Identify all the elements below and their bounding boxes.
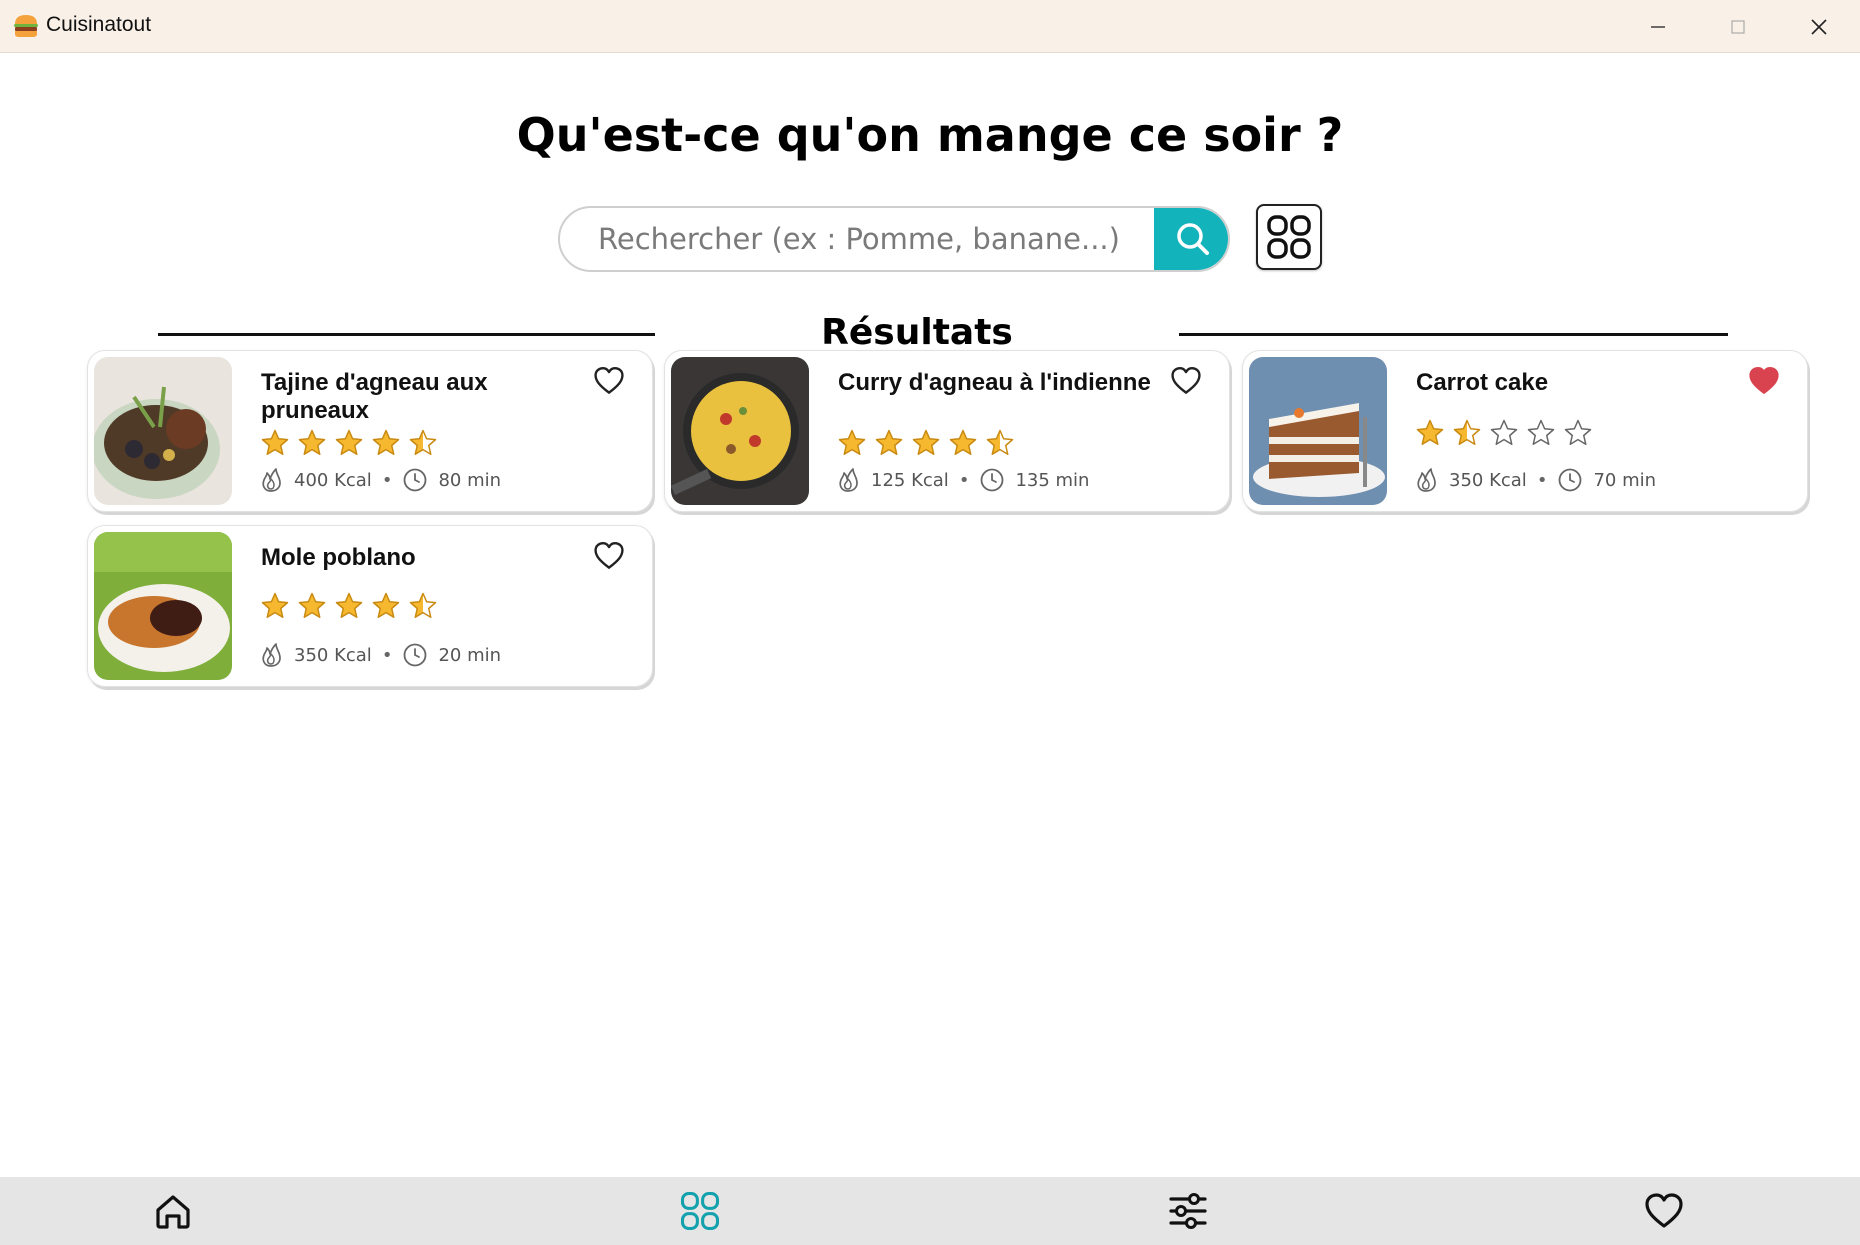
- heart-icon: [1749, 366, 1779, 394]
- calories-icon: [262, 643, 281, 667]
- recipe-card[interactable]: Mole poblano 350 Kcal • 20 min: [87, 525, 653, 687]
- filters-icon: [1169, 1193, 1207, 1229]
- star-icon: [409, 592, 437, 618]
- star-icon: [875, 429, 903, 455]
- favorite-button[interactable]: [1748, 365, 1782, 397]
- section-title: Résultats: [821, 312, 1013, 353]
- close-icon: [1811, 18, 1827, 35]
- separator: •: [958, 469, 970, 491]
- duration-value: 135 min: [1015, 469, 1090, 491]
- section-divider-right: [1179, 333, 1728, 336]
- star-icon: [838, 429, 866, 455]
- recipe-title: Mole poblano: [261, 544, 416, 571]
- rating-stars: [1415, 418, 1593, 448]
- page-title: Qu'est-ce qu'on mange ce soir ?: [516, 108, 1344, 162]
- star-icon: [1527, 419, 1555, 445]
- clock-icon: [981, 468, 1004, 492]
- recipe-title: Curry d'agneau à l'indienne: [838, 369, 1151, 396]
- star-icon: [1490, 419, 1518, 445]
- star-icon: [409, 429, 437, 455]
- search-input[interactable]: [560, 208, 1152, 270]
- minimize-icon: [1651, 25, 1665, 28]
- calories-value: 400 Kcal: [294, 469, 372, 491]
- recipe-meta: 350 Kcal • 70 min: [1413, 467, 1656, 493]
- recipe-title: Tajine d'agneau aux pruneaux: [261, 369, 488, 424]
- recipe-image: [671, 357, 809, 505]
- recipe-image: [1249, 357, 1387, 505]
- star-icon: [912, 429, 940, 455]
- star-icon: [949, 429, 977, 455]
- calories-icon: [1417, 468, 1436, 492]
- view-toggle-button[interactable]: [1256, 204, 1322, 270]
- clock-icon: [404, 468, 427, 492]
- close-button[interactable]: [1779, 0, 1859, 53]
- heart-icon: [1645, 1193, 1683, 1228]
- star-icon: [261, 429, 289, 455]
- nav-favorites[interactable]: [1604, 1177, 1724, 1245]
- star-icon: [986, 429, 1014, 455]
- duration-value: 20 min: [438, 644, 502, 666]
- calories-icon: [839, 468, 858, 492]
- clock-icon: [404, 643, 427, 667]
- separator: •: [1536, 469, 1548, 491]
- rating-stars: [260, 428, 438, 458]
- calories-icon: [262, 468, 281, 492]
- section-divider-left: [158, 333, 655, 336]
- star-icon: [372, 592, 400, 618]
- star-icon: [335, 429, 363, 455]
- heart-icon: [594, 541, 624, 569]
- recipe-image: [94, 532, 232, 680]
- bottom-nav: [0, 1177, 1860, 1245]
- window-title: Cuisinatout: [46, 13, 152, 36]
- star-icon: [1416, 419, 1444, 445]
- recipe-card[interactable]: Curry d'agneau à l'indienne 125 Kcal • 135 …: [664, 350, 1230, 512]
- favorite-button[interactable]: [593, 365, 627, 397]
- rating-stars: [260, 591, 438, 621]
- star-icon: [372, 429, 400, 455]
- nav-home[interactable]: [113, 1177, 233, 1245]
- separator: •: [381, 469, 393, 491]
- nav-recipes[interactable]: [640, 1177, 760, 1245]
- title-bar: Cuisinatout: [0, 0, 1860, 53]
- recipe-title: Carrot cake: [1416, 369, 1549, 396]
- star-icon: [335, 592, 363, 618]
- recipe-card[interactable]: Tajine d'agneau aux pruneaux 400 Kcal • 80 …: [87, 350, 653, 512]
- minimize-button[interactable]: [1618, 0, 1698, 53]
- heart-icon: [594, 366, 624, 394]
- star-icon: [1564, 419, 1592, 445]
- favorite-button[interactable]: [593, 540, 627, 572]
- separator: •: [381, 644, 393, 666]
- star-icon: [1453, 419, 1481, 445]
- nav-filters[interactable]: [1128, 1177, 1248, 1245]
- home-icon: [156, 1195, 190, 1229]
- rating-stars: [837, 428, 1015, 458]
- star-icon: [298, 592, 326, 618]
- clock-icon: [1559, 468, 1582, 492]
- main-content: Qu'est-ce qu'on mange ce soir ? Résultat…: [0, 54, 1860, 1177]
- duration-value: 70 min: [1593, 469, 1657, 491]
- search-button[interactable]: [1154, 208, 1228, 270]
- maximize-icon: [1731, 19, 1745, 34]
- burger-icon: [14, 15, 38, 37]
- calories-value: 125 Kcal: [871, 469, 949, 491]
- search-bar: [558, 206, 1230, 272]
- recipe-image: [94, 357, 232, 505]
- grid-icon: [680, 1191, 720, 1231]
- heart-icon: [1171, 366, 1201, 394]
- duration-value: 80 min: [438, 469, 502, 491]
- recipe-meta: 400 Kcal • 80 min: [258, 467, 501, 493]
- star-icon: [261, 592, 289, 618]
- favorite-button[interactable]: [1170, 365, 1204, 397]
- recipe-meta: 350 Kcal • 20 min: [258, 642, 501, 668]
- recipe-card[interactable]: Carrot cake 350 Kcal • 70 min: [1242, 350, 1808, 512]
- search-icon: [1177, 223, 1209, 255]
- calories-value: 350 Kcal: [294, 644, 372, 666]
- calories-value: 350 Kcal: [1449, 469, 1527, 491]
- grid-icon: [1267, 215, 1311, 259]
- recipe-meta: 125 Kcal • 135 min: [835, 467, 1089, 493]
- maximize-button[interactable]: [1698, 0, 1778, 53]
- star-icon: [298, 429, 326, 455]
